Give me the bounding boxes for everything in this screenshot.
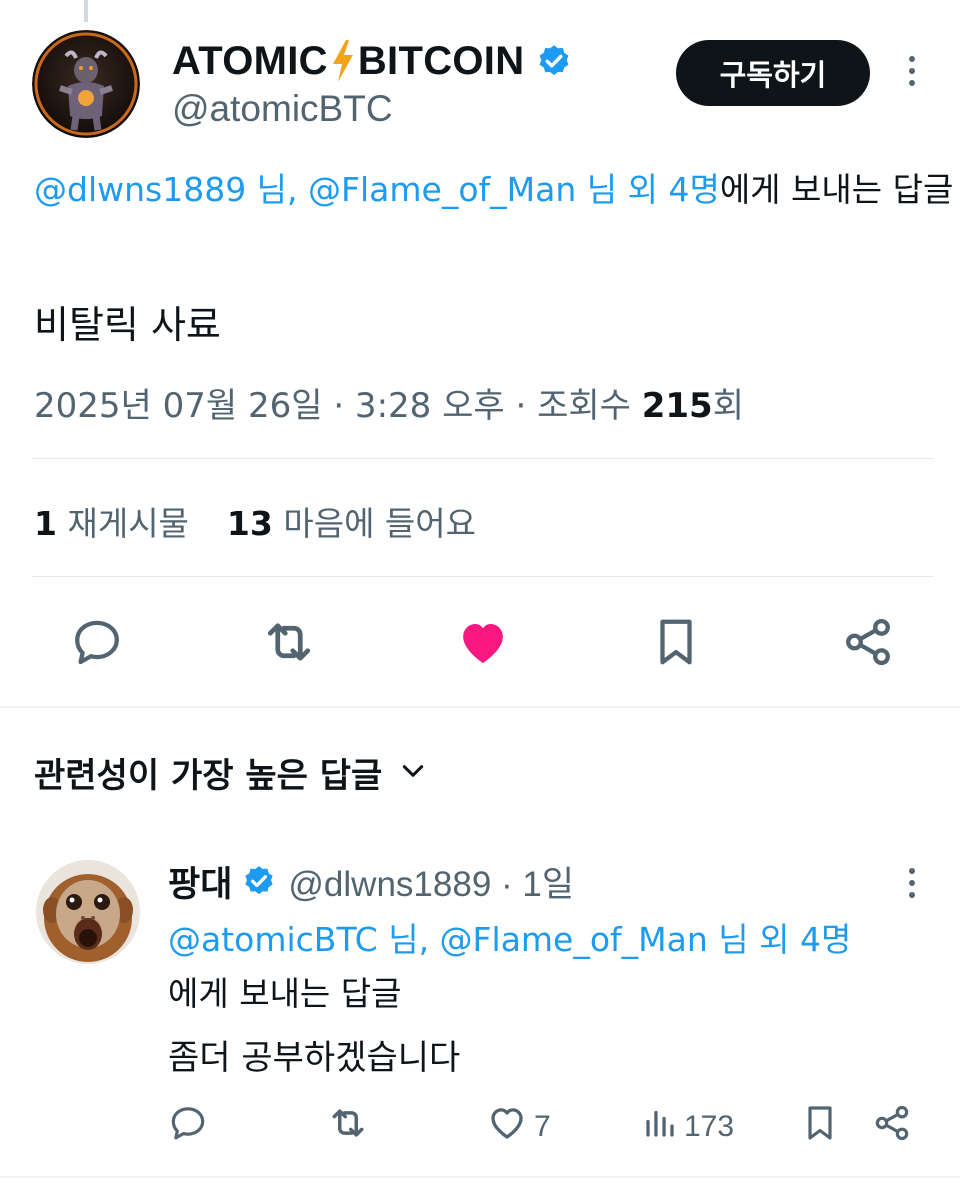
verified-badge-icon <box>242 864 276 898</box>
subscribe-button[interactable]: 구독하기 <box>676 40 870 106</box>
bookmark-icon <box>800 1103 840 1151</box>
reply-header: 팡대 @dlwns1889 · 1일 <box>168 856 574 906</box>
reply-views-button[interactable]: 173 <box>642 1104 734 1150</box>
author-name-part2: BITCOIN <box>357 38 525 83</box>
reply-replying-to-suffix: 에게 보내는 답글 <box>168 974 402 1013</box>
retweet-icon[interactable] <box>259 612 319 672</box>
share-icon[interactable] <box>838 612 898 672</box>
divider <box>32 458 934 459</box>
reply-retweet-button[interactable] <box>326 1104 370 1150</box>
reply-author-name[interactable]: 팡대 <box>168 856 232 907</box>
thread-connector-line <box>84 0 88 22</box>
verified-badge-icon <box>536 43 572 79</box>
reply-replying-to-links[interactable]: @atomicBTC 님, @Flame_of_Man 님 외 4명 <box>168 920 851 959</box>
reply-replying-to-text: @atomicBTC 님, @Flame_of_Man 님 외 4명에게 보내는… <box>168 913 868 1021</box>
likes-stat[interactable]: 13 마음에 들어요 <box>227 497 476 545</box>
reply-author-avatar[interactable] <box>36 860 140 964</box>
reposts-stat[interactable]: 1 재게시물 <box>34 497 189 545</box>
divider <box>32 576 934 577</box>
replying-to-links[interactable]: @dlwns1889 님, @Flame_of_Man 님 외 4명 <box>34 170 720 209</box>
tweet-stats: 1 재게시물 13 마음에 들어요 <box>34 497 476 545</box>
reply-view-count: 173 <box>684 1110 735 1143</box>
heart-icon <box>486 1102 528 1152</box>
author-name-row[interactable]: ATOMIC BITCOIN <box>172 38 572 84</box>
reply-icon[interactable] <box>67 612 127 672</box>
reply-bookmark-button[interactable] <box>800 1104 840 1150</box>
tweet-text: 비탈릭 사료 <box>34 303 221 347</box>
author-name-part1: ATOMIC <box>172 38 328 83</box>
share-icon <box>872 1103 912 1151</box>
replies-sort-dropdown[interactable]: 관련성이 가장 높은 답글 <box>34 748 426 797</box>
reply-text: 좀더 공부하겠습니다 <box>168 1038 461 1078</box>
analytics-bars-icon <box>642 1105 678 1149</box>
reply-more-options-icon[interactable] <box>900 868 924 898</box>
replies-sort-label: 관련성이 가장 높은 답글 <box>34 756 383 796</box>
section-separator <box>0 706 960 708</box>
tweet-meta: 2025년 07월 26일 · 3:28 오후 · 조회수 215회 <box>34 378 744 427</box>
reply-share-button[interactable] <box>872 1104 912 1150</box>
likes-count: 13 <box>226 504 273 543</box>
reply-reply-button[interactable] <box>168 1104 208 1150</box>
chevron-down-icon <box>400 758 426 788</box>
author-handle[interactable]: @atomicBTC <box>172 88 393 130</box>
reply-like-button[interactable]: 7 <box>486 1104 551 1150</box>
retweet-icon <box>326 1101 370 1153</box>
author-avatar[interactable] <box>32 30 140 138</box>
replying-to-text: @dlwns1889 님, @Flame_of_Man 님 외 4명에게 보내는… <box>34 165 960 215</box>
reposts-label: 재게시물 <box>67 504 189 543</box>
likes-label: 마음에 들어요 <box>283 504 477 543</box>
reply-handle-time[interactable]: @dlwns1889 · 1일 <box>288 856 574 907</box>
heart-filled-icon[interactable] <box>453 612 513 672</box>
reply-like-count: 7 <box>534 1110 551 1143</box>
reply-icon <box>168 1103 208 1151</box>
view-count: 215 <box>641 386 713 426</box>
lightning-bolt-icon <box>330 39 356 83</box>
bookmark-icon[interactable] <box>646 612 706 672</box>
bottom-separator <box>0 1176 960 1178</box>
tweet-date-time[interactable]: 2025년 07월 26일 · 3:28 오후 · 조회수 <box>34 386 642 426</box>
view-count-suffix: 회 <box>712 386 744 426</box>
reposts-count: 1 <box>34 504 57 543</box>
replying-to-suffix: 에게 보내는 답글 <box>719 170 954 209</box>
more-options-icon[interactable] <box>900 56 924 86</box>
